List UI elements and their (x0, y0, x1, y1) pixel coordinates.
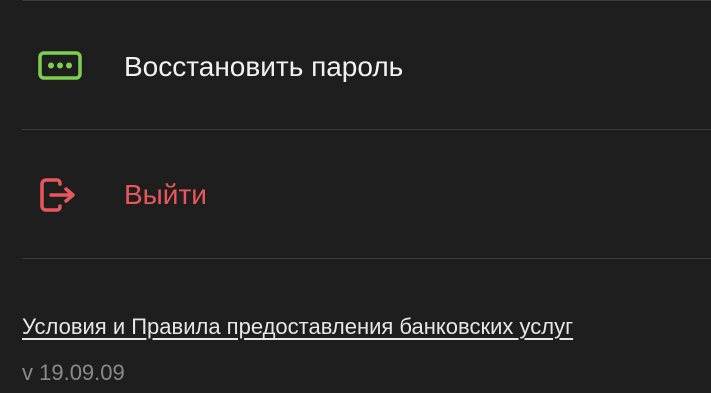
divider (22, 258, 711, 259)
logout-icon (38, 178, 82, 212)
logout-label: Выйти (124, 179, 207, 210)
app-version: v 19.09.09 (22, 360, 125, 385)
password-dots-icon (38, 50, 82, 82)
logout-item[interactable]: Выйти (0, 130, 711, 258)
restore-password-label: Восстановить пароль (124, 51, 404, 82)
terms-link[interactable]: Условия и Правила предоставления банковс… (22, 313, 573, 341)
restore-password-item[interactable]: Восстановить пароль (0, 1, 711, 129)
